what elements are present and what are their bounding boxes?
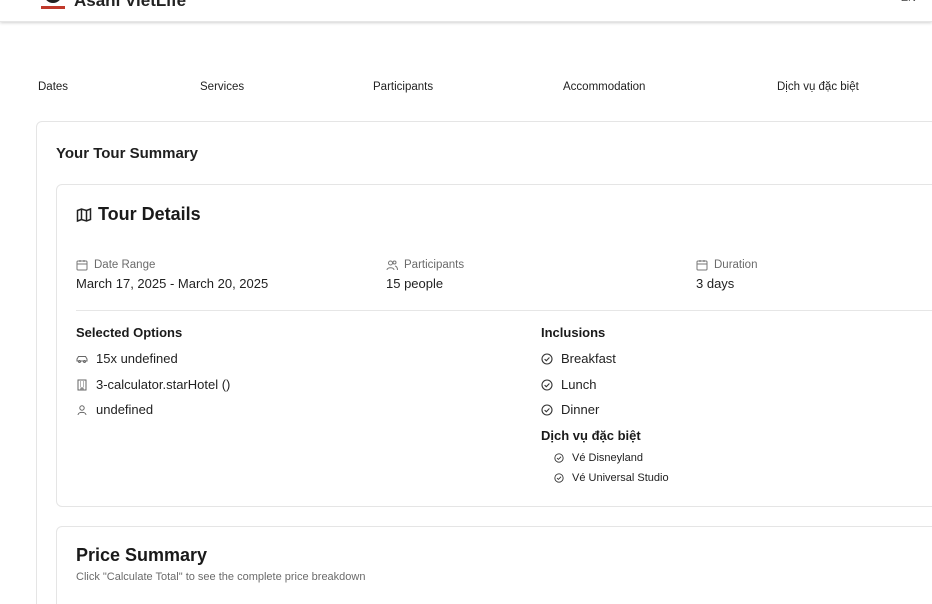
calendar-icon bbox=[76, 260, 88, 271]
date-range-block: Date Range March 17, 2025 - March 20, 20… bbox=[76, 259, 268, 291]
step-accommodation[interactable]: Accommodation bbox=[563, 81, 645, 93]
inclusion-item: Lunch bbox=[541, 377, 596, 392]
price-summary-title: Price Summary bbox=[76, 545, 208, 565]
user-icon bbox=[77, 404, 87, 415]
check-circle-icon bbox=[554, 453, 564, 463]
calendar-icon bbox=[696, 260, 708, 271]
inclusion-item: Dinner bbox=[541, 402, 599, 417]
participants-value: 15 people bbox=[386, 276, 444, 291]
selected-option-item: undefined bbox=[76, 402, 153, 417]
selected-option-item: 3-calculator.starHotel () bbox=[76, 377, 230, 392]
step-participants[interactable]: Participants bbox=[373, 81, 433, 93]
users-icon bbox=[386, 260, 398, 271]
summary-title: Your Tour Summary bbox=[56, 145, 198, 162]
check-circle-icon bbox=[541, 352, 553, 365]
check-circle-icon bbox=[554, 473, 564, 483]
date-range-value: March 17, 2025 - March 20, 2025 bbox=[76, 276, 269, 291]
step-special-services[interactable]: Dịch vụ đặc biệt bbox=[777, 81, 859, 93]
step-services[interactable]: Services bbox=[200, 81, 244, 93]
tour-details-heading: Tour Details bbox=[76, 204, 201, 225]
top-navbar: Asahi VietLife EN bbox=[0, 0, 932, 22]
step-navigation: Dates Services Participants Accommodatio… bbox=[0, 81, 932, 97]
logo[interactable] bbox=[38, 0, 68, 12]
duration-label: Duration bbox=[714, 259, 758, 271]
map-icon bbox=[76, 207, 92, 222]
brand-name: Asahi VietLife bbox=[74, 0, 187, 10]
special-service-item: Vé Disneyland bbox=[554, 452, 643, 464]
participants-label: Participants bbox=[404, 259, 465, 271]
step-dates[interactable]: Dates bbox=[38, 81, 68, 93]
divider bbox=[76, 310, 932, 311]
special-service-item: Vé Universal Studio bbox=[554, 472, 669, 484]
building-icon bbox=[77, 379, 87, 390]
car-icon bbox=[76, 355, 88, 363]
duration-value: 3 days bbox=[696, 276, 735, 291]
tour-details-card bbox=[56, 184, 932, 507]
selected-options-title: Selected Options bbox=[76, 325, 183, 340]
selected-option-item: 15x undefined bbox=[76, 351, 178, 366]
inclusions-title: Inclusions bbox=[541, 325, 606, 340]
price-summary-hint: Click "Calculate Total" to see the compl… bbox=[76, 571, 366, 583]
tour-details-title: Tour Details bbox=[98, 204, 201, 224]
participants-block: Participants 15 people bbox=[386, 259, 464, 291]
language-switcher[interactable]: EN bbox=[901, 0, 916, 4]
duration-block: Duration 3 days bbox=[696, 259, 757, 291]
inclusion-item: Breakfast bbox=[541, 351, 616, 366]
check-circle-icon bbox=[541, 378, 553, 391]
date-range-label: Date Range bbox=[94, 259, 156, 271]
special-services-title: Dịch vụ đặc biệt bbox=[541, 428, 641, 443]
check-circle-icon bbox=[541, 403, 553, 416]
